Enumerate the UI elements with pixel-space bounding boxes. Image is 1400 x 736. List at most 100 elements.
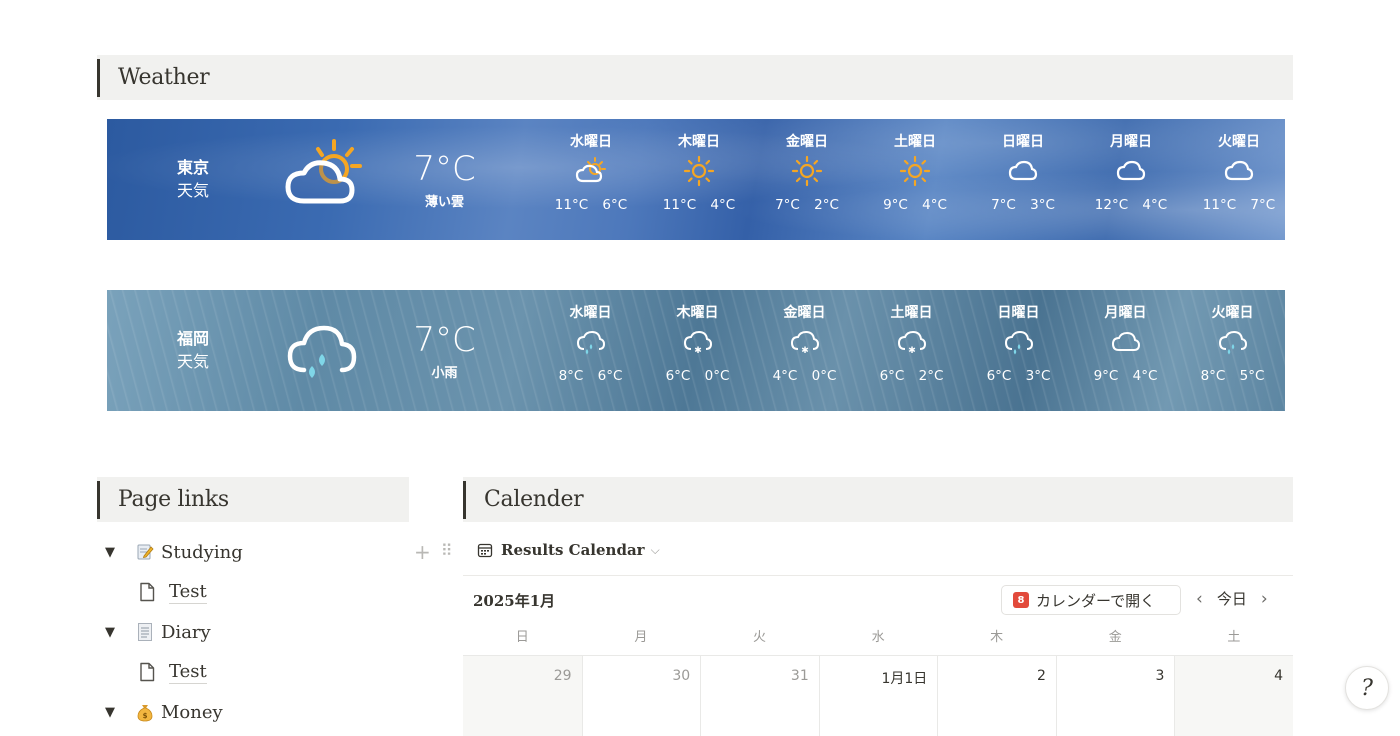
calendar-day-cell[interactable]: 30 xyxy=(581,656,701,736)
page-icon xyxy=(137,662,157,682)
drag-handle-icon[interactable]: ⠿ xyxy=(441,540,453,564)
weekday-label: 火 xyxy=(752,630,766,645)
forecast-day: 木曜日 ✱ 6°C 0°C xyxy=(644,290,751,411)
city-name: 東京 天気 xyxy=(177,158,210,200)
weather-widget-tokyo[interactable]: 東京 天気 7°C 薄い雲 水曜日 11°C 6°C 木曜日 11°C 4°C 金曜… xyxy=(107,119,1285,240)
tree-item-label[interactable]: Diary xyxy=(161,622,211,643)
forecast-day: 土曜日 ✱ 6°C 2°C xyxy=(858,290,965,411)
toggle-triangle-icon[interactable]: ▼ xyxy=(105,705,121,720)
cloud-icon xyxy=(1072,322,1179,362)
memo-icon xyxy=(135,542,155,562)
open-in-calendar-label: カレンダーで開く xyxy=(1036,591,1156,610)
forecast-day: 月曜日 12°C 4°C xyxy=(1077,119,1185,240)
weekday-label: 土 xyxy=(1227,630,1241,645)
chevron-left-icon[interactable]: ‹ xyxy=(1196,589,1203,609)
svg-text:✱: ✱ xyxy=(694,346,702,356)
heading-bar xyxy=(463,480,466,519)
city-name: 福岡 天気 xyxy=(177,329,210,371)
current-temp: 7°C 薄い雲 xyxy=(413,149,476,210)
calendar-app-icon: 8 xyxy=(1013,592,1029,608)
forecast-day: 火曜日 8°C 5°C xyxy=(1179,290,1285,411)
forecast-day: 金曜日 7°C 2°C xyxy=(753,119,861,240)
rain-cloud-icon xyxy=(965,322,1072,362)
chevron-down-icon[interactable]: ⌵ xyxy=(651,543,660,558)
snow-cloud-icon: ✱ xyxy=(751,322,858,362)
tree-item-money[interactable]: ▼ $ Money xyxy=(105,692,243,732)
forecast-day: 日曜日 7°C 3°C xyxy=(969,119,1077,240)
calendar-day-cell[interactable]: 29 xyxy=(463,656,582,736)
weekday-label: 水 xyxy=(871,630,885,645)
toggle-triangle-icon[interactable]: ▼ xyxy=(105,545,121,560)
tree-item-label[interactable]: Money xyxy=(161,702,223,723)
svg-text:✱: ✱ xyxy=(908,346,916,356)
forecast-day: 月曜日 9°C 4°C xyxy=(1072,290,1179,411)
forecast-day: 土曜日 9°C 4°C xyxy=(861,119,969,240)
calendar-heading: Calender xyxy=(463,477,1293,522)
weekday-header: 日 月 火 水 木 金 土 xyxy=(463,626,1293,645)
forecast-day: 水曜日 11°C 6°C xyxy=(537,119,645,240)
svg-text:✱: ✱ xyxy=(801,346,809,356)
cloud-icon xyxy=(1077,151,1185,191)
calendar-month: 2025年1月 xyxy=(473,592,556,610)
forecast-day: 火曜日 11°C 7°C xyxy=(1185,119,1285,240)
cloud-icon xyxy=(1185,151,1285,191)
rain-cloud-icon xyxy=(287,325,357,378)
weekday-label: 木 xyxy=(990,630,1004,645)
forecast-day: 日曜日 6°C 3°C xyxy=(965,290,1072,411)
calendar-day-cell[interactable]: 31 xyxy=(700,656,819,736)
sun-cloud-icon xyxy=(285,139,362,204)
toggle-triangle-icon[interactable]: ▼ xyxy=(105,625,121,640)
cloud-icon xyxy=(969,151,1077,191)
tree-item-label[interactable]: Studying xyxy=(161,542,243,563)
page-links-heading-text: Page links xyxy=(118,487,229,512)
sun-icon xyxy=(861,151,969,191)
page-links-tree: ▼ Studying Test ▼ Diary Test ▼ $ Money xyxy=(105,532,243,732)
calendar-day-cell[interactable]: 4 xyxy=(1174,656,1294,736)
calendar-view-icon xyxy=(477,542,493,558)
calendar-day-cell[interactable]: 1月1日 xyxy=(818,656,938,736)
weather-widget-fukuoka[interactable]: 福岡 天気 7°C 小雨 水曜日 8°C 6°C 木曜日 ✱ 6°C 0°C 金曜日 ✱… xyxy=(107,290,1285,411)
heading-bar xyxy=(97,480,100,519)
calendar-grid: 29 30 31 1月1日 2 3 4 xyxy=(463,655,1294,736)
divider xyxy=(463,575,1293,576)
page-icon xyxy=(137,582,157,602)
calendar-view-name[interactable]: Results Calendar xyxy=(501,541,645,559)
tree-item-test[interactable]: Test xyxy=(105,652,243,692)
sun-cloud-icon xyxy=(537,151,645,191)
forecast-days: 水曜日 8°C 6°C 木曜日 ✱ 6°C 0°C 金曜日 ✱ 4°C 0°C 土曜日 ✱ 6… xyxy=(537,290,1285,411)
calendar-day-cell[interactable]: 3 xyxy=(1055,656,1175,736)
tree-item-label[interactable]: Test xyxy=(169,661,207,684)
add-block-icon[interactable]: + xyxy=(414,540,431,564)
snow-cloud-icon: ✱ xyxy=(858,322,965,362)
rain-cloud-icon xyxy=(1179,322,1285,362)
heading-bar xyxy=(97,58,100,97)
weekday-label: 金 xyxy=(1108,630,1122,645)
forecast-day: 水曜日 8°C 6°C xyxy=(537,290,644,411)
calendar-view-selector[interactable]: Results Calendar ⌵ xyxy=(477,541,660,559)
tree-item-test[interactable]: Test xyxy=(105,572,243,612)
rain-cloud-icon xyxy=(537,322,644,362)
calendar-heading-text: Calender xyxy=(484,487,584,512)
forecast-day: 金曜日 ✱ 4°C 0°C xyxy=(751,290,858,411)
snow-cloud-icon: ✱ xyxy=(644,322,751,362)
calendar-day-cell[interactable]: 2 xyxy=(937,656,1056,736)
today-button[interactable]: 今日 xyxy=(1217,588,1247,609)
page-links-heading: Page links xyxy=(97,477,409,522)
sun-icon xyxy=(645,151,753,191)
svg-text:$: $ xyxy=(143,712,148,720)
weekday-label: 日 xyxy=(515,630,529,645)
weather-heading-text: Weather xyxy=(118,65,210,90)
tree-item-studying[interactable]: ▼ Studying xyxy=(105,532,243,572)
forecast-days: 水曜日 11°C 6°C 木曜日 11°C 4°C 金曜日 7°C 2°C 土曜日 9°… xyxy=(537,119,1285,240)
sun-icon xyxy=(753,151,861,191)
chevron-right-icon[interactable]: › xyxy=(1261,589,1268,609)
weather-heading: Weather xyxy=(97,55,1293,100)
tree-item-diary[interactable]: ▼ Diary xyxy=(105,612,243,652)
block-handles: + ⠿ xyxy=(414,540,453,564)
tree-item-label[interactable]: Test xyxy=(169,581,207,604)
open-in-calendar-button[interactable]: 8 カレンダーで開く xyxy=(1001,585,1181,615)
current-temp: 7°C 小雨 xyxy=(413,320,476,381)
money-bag-icon: $ xyxy=(135,702,155,722)
calendar-nav: ‹ 今日 › xyxy=(1196,588,1268,609)
help-button[interactable]: ? xyxy=(1345,666,1389,710)
